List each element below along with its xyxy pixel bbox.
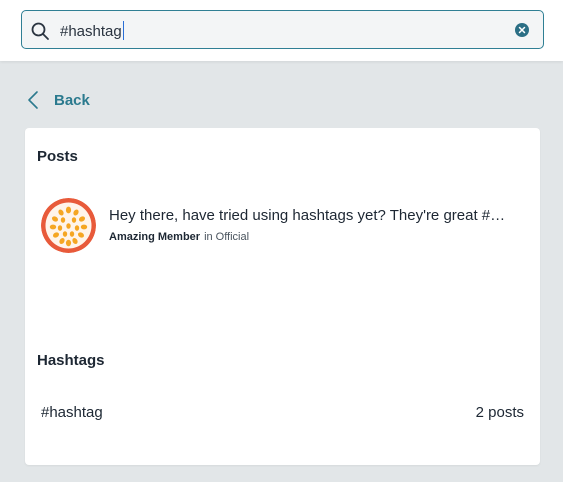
post-in-label: in: [204, 231, 213, 243]
hashtag-post-count: 2 posts: [475, 404, 524, 421]
post-community[interactable]: Official: [216, 231, 249, 243]
text-caret: [122, 21, 125, 40]
avatar-icon: [41, 198, 96, 253]
hashtag-result[interactable]: #hashtag 2 posts: [41, 404, 524, 424]
top-bar: #hashtag: [0, 0, 563, 61]
post-meta: Amazing Member in Official: [109, 231, 249, 243]
post-author[interactable]: Amazing Member: [109, 231, 200, 243]
hashtag-name: #hashtag: [41, 404, 103, 421]
hashtags-section-title: Hashtags: [37, 352, 105, 369]
clear-icon[interactable]: [515, 23, 529, 37]
back-label: Back: [54, 91, 90, 109]
search-field[interactable]: #hashtag: [21, 10, 544, 49]
back-button[interactable]: Back: [26, 89, 90, 111]
chevron-left-icon: [28, 91, 38, 109]
post-result[interactable]: Hey there, have tried using hashtags yet…: [41, 198, 531, 253]
search-input-value: #hashtag: [60, 23, 122, 40]
post-snippet[interactable]: Hey there, have tried using hashtags yet…: [109, 207, 524, 224]
search-icon: [31, 22, 49, 40]
posts-section-title: Posts: [37, 148, 78, 165]
search-results-card: Posts Hey there, have tried using hashta…: [25, 128, 540, 465]
search-input[interactable]: #hashtag: [60, 21, 125, 41]
